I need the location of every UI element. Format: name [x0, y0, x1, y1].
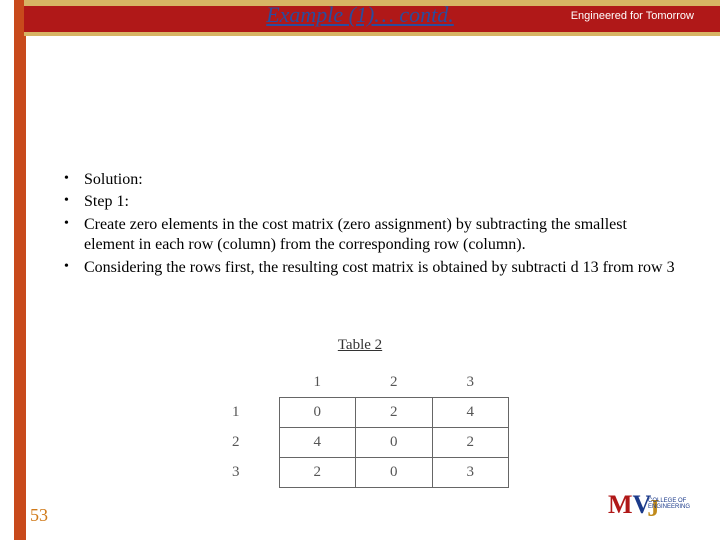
- table-cell: 0: [279, 398, 356, 428]
- body-content: Solution: Step 1: Create zero elements i…: [56, 170, 678, 280]
- table-cell: 3: [432, 458, 509, 488]
- table-cell: 0: [356, 458, 433, 488]
- row-header: 1: [211, 398, 279, 428]
- col-header: 1: [279, 370, 356, 398]
- table-cell: 2: [279, 458, 356, 488]
- bullet-item: Solution:: [56, 170, 678, 190]
- col-header: 3: [432, 370, 509, 398]
- page-number: 53: [30, 505, 48, 526]
- table-row: 3 2 0 3: [211, 458, 509, 488]
- table-row: 1 0 2 4: [211, 398, 509, 428]
- cost-table: 1 2 3 1 0 2 4 2 4 0 2 3 2 0 3: [211, 370, 509, 488]
- table-row: 2 4 0 2: [211, 428, 509, 458]
- bullet-list: Solution: Step 1: Create zero elements i…: [56, 170, 678, 278]
- logo-subtext: COLLEGE OF ENGINEERING: [648, 498, 698, 510]
- band-bottom-stripe: [24, 32, 720, 36]
- footer-logo: MVJ COLLEGE OF ENGINEERING: [608, 490, 698, 534]
- bullet-item: Considering the rows first, the resultin…: [56, 258, 678, 278]
- slide: Example (1)… contd. Engineered for Tomor…: [0, 0, 720, 540]
- table-col-header-row: 1 2 3: [211, 370, 509, 398]
- col-header: 2: [356, 370, 433, 398]
- table-label: Table 2: [338, 337, 382, 354]
- row-header: 2: [211, 428, 279, 458]
- table-cell: 0: [356, 428, 433, 458]
- table-cell: 2: [432, 428, 509, 458]
- table-block: Table 2 1 2 3 1 0 2 4 2 4 0 2 3 2: [190, 336, 530, 488]
- table-cell: 4: [432, 398, 509, 428]
- table-cell: 4: [279, 428, 356, 458]
- row-header: 3: [211, 458, 279, 488]
- table-cell: 2: [356, 398, 433, 428]
- bullet-item: Create zero elements in the cost matrix …: [56, 215, 678, 256]
- bullet-item: Step 1:: [56, 192, 678, 212]
- left-accent-bar: [14, 0, 26, 540]
- logo-letter-m: M: [608, 490, 633, 520]
- header-tagline: Engineered for Tomorrow: [571, 10, 694, 22]
